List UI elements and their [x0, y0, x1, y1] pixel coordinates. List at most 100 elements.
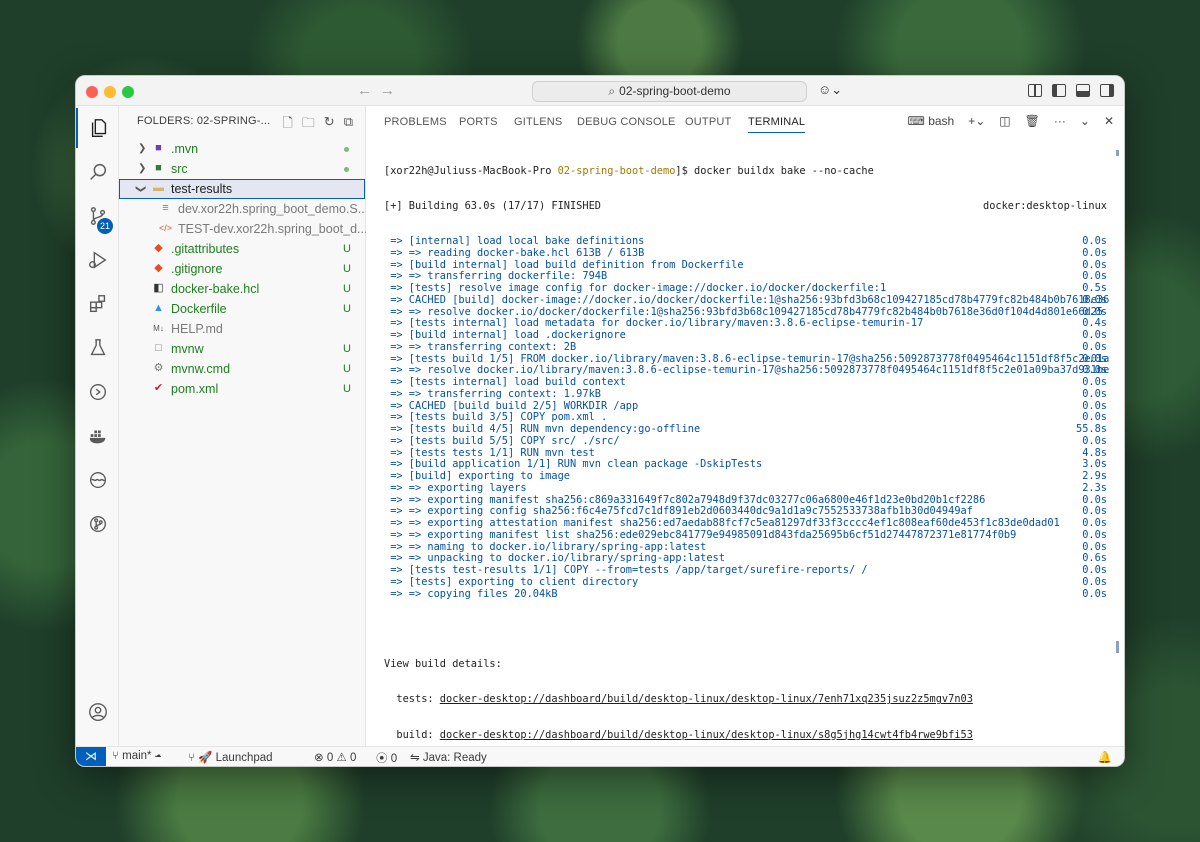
toggle-primary-sidebar-icon[interactable] — [1052, 84, 1066, 97]
search-icon[interactable] — [76, 152, 119, 192]
wave-icon[interactable] — [76, 460, 119, 500]
ports-indicator[interactable]: ⦿ 0 — [376, 750, 397, 766]
tab-terminal[interactable]: TERMINAL — [748, 116, 806, 133]
file-name: Dockerfile — [171, 302, 227, 316]
tree-item-test-results[interactable]: ❯ ▬ test-results — [119, 179, 365, 199]
log-text: => [tests build 3/5] COPY pom.xml . — [384, 411, 608, 424]
trash-icon[interactable]: 🗑 — [1025, 114, 1040, 128]
log-text: => => reading docker-bake.hcl 613B / 613… — [384, 246, 645, 259]
account-icon[interactable] — [76, 692, 119, 732]
tree-item-mvnw-cmd[interactable]: ⚙ mvnw.cmd U — [119, 359, 365, 379]
tab-ports[interactable]: PORTS — [459, 116, 498, 128]
warning-count: 0 — [349, 752, 357, 764]
scrollbar-marker[interactable] — [1116, 150, 1119, 156]
log-text: => => exporting manifest sha256:c869a331… — [384, 493, 986, 506]
log-text: => => exporting config sha256:f6c4e75fcd… — [384, 505, 973, 518]
tab-gitlens[interactable]: GITLENS — [514, 116, 562, 128]
tree-item-file[interactable]: ≡ dev.xor22h.spring_boot_demo.S... — [119, 199, 368, 219]
log-duration: 0.0s — [1082, 564, 1107, 576]
folder-open-icon: ▬ — [153, 182, 164, 194]
tree-item-help[interactable]: M↓ HELP.md — [119, 319, 365, 339]
layout-grid-icon[interactable] — [1028, 84, 1042, 97]
tab-debug-console[interactable]: DEBUG CONSOLE — [577, 116, 676, 128]
toggle-panel-icon[interactable] — [1076, 84, 1090, 97]
minimize-window-button[interactable] — [104, 86, 116, 98]
collapse-all-icon[interactable]: ⧉ — [344, 114, 353, 136]
prompt-host: Juliuss-MacBook-Pro — [433, 164, 552, 177]
command-center-search[interactable]: ⌕ 02-spring-boot-demo — [532, 81, 807, 102]
java-status[interactable]: ⇋ Java: Ready — [410, 750, 487, 764]
bell-icon[interactable]: 🔔 — [1098, 750, 1112, 764]
forward-arrow-icon[interactable]: → — [380, 82, 395, 99]
terminal-output[interactable]: [xor22h@Juliuss-MacBook-Pro 02-spring-bo… — [384, 142, 1109, 766]
tree-item-file[interactable]: </> TEST-dev.xor22h.spring_boot_d... — [119, 219, 367, 239]
new-terminal-icon[interactable]: +⌄ — [968, 114, 985, 128]
explorer-icon[interactable] — [76, 108, 119, 148]
back-arrow-icon[interactable]: ← — [357, 82, 372, 99]
new-folder-icon[interactable]: 🗀 — [302, 114, 315, 136]
build-details-link[interactable]: docker-desktop://dashboard/build/desktop… — [440, 729, 973, 741]
branch-indicator[interactable]: ⑂ main* ☁ — [112, 750, 162, 762]
log-duration: 0.0s — [1082, 246, 1107, 259]
tests-details-link[interactable]: docker-desktop://dashboard/build/desktop… — [440, 693, 973, 705]
terminal-shell-selector[interactable]: ⌨ bash — [908, 114, 955, 128]
log-text: => [internal] load local bake definition… — [384, 235, 645, 247]
title-bar: ← → ⌕ 02-spring-boot-demo ☺⌄ — [76, 76, 1124, 106]
toggle-secondary-sidebar-icon[interactable] — [1100, 84, 1114, 97]
close-window-button[interactable] — [86, 86, 98, 98]
tree-item-mvn[interactable]: ❯ ■ .mvn — [119, 139, 365, 159]
log-duration: 0.0s — [1082, 528, 1107, 541]
tree-item-docker-bake[interactable]: ◧ docker-bake.hcl U — [119, 279, 365, 299]
docker-file-icon: ▲ — [153, 302, 164, 314]
remote-explorer-icon[interactable] — [76, 372, 119, 412]
run-debug-icon[interactable] — [76, 240, 119, 280]
refresh-icon[interactable]: ↻ — [324, 114, 335, 136]
log-text: => [tests tests 1/1] RUN mvn test — [384, 446, 595, 459]
log-duration: 0.0s — [1082, 329, 1107, 341]
log-text: => [build internal] load build definitio… — [384, 258, 744, 271]
remote-indicator-icon[interactable]: ⋊ — [76, 747, 106, 766]
log-text: => => exporting layers — [384, 481, 527, 494]
launchpad-item[interactable]: ⑂ 🚀 Launchpad — [188, 750, 273, 764]
tab-output[interactable]: OUTPUT — [685, 116, 731, 128]
log-text: => => copying files 20.04kB — [384, 587, 558, 600]
log-text: => => transferring context: 2B — [384, 340, 577, 353]
tree-item-dockerfile[interactable]: ▲ Dockerfile U — [119, 299, 365, 319]
tree-item-gitattributes[interactable]: ◆ .gitattributes U — [119, 239, 365, 259]
zoom-window-button[interactable] — [122, 86, 134, 98]
tree-item-gitignore[interactable]: ◆ .gitignore U — [119, 259, 365, 279]
new-file-icon[interactable]: 🗋 — [282, 114, 292, 136]
scrollbar-thumb[interactable] — [1116, 641, 1119, 653]
file-name: src — [171, 162, 188, 176]
file-name: HELP.md — [171, 322, 223, 336]
tab-problems[interactable]: PROBLEMS — [384, 116, 447, 128]
docker-icon[interactable] — [76, 416, 119, 456]
source-control-icon[interactable]: 21 — [76, 196, 119, 236]
copilot-icon[interactable]: ☺⌄ — [818, 82, 842, 98]
log-duration: 0.0s — [1082, 587, 1107, 600]
tree-item-src[interactable]: ❯ ■ src — [119, 159, 365, 179]
problems-indicator[interactable]: ⊗ 0 ⚠ 0 — [314, 750, 356, 764]
split-terminal-icon[interactable]: ◫ — [999, 114, 1010, 128]
shell-label: bash — [928, 114, 955, 128]
more-actions-icon[interactable]: ··· — [1054, 114, 1066, 128]
file-name: test-results — [171, 182, 233, 196]
sync-icon: ☁ — [154, 750, 162, 762]
git-status: U — [343, 283, 351, 295]
git-graph-icon[interactable] — [76, 504, 119, 544]
terminal-command-line: [xor22h@Juliuss-MacBook-Pro 02-spring-bo… — [384, 164, 874, 177]
modified-dot — [344, 167, 349, 172]
chevron-down-icon: ❯ — [135, 184, 147, 194]
tree-item-mvnw[interactable]: □ mvnw U — [119, 339, 365, 359]
chevron-down-icon[interactable]: ⌄ — [1080, 114, 1090, 128]
builder-name: docker:desktop-linux — [983, 199, 1107, 212]
log-duration: 2.3s — [1082, 481, 1107, 494]
log-text: => => transferring context: 1.97kB — [384, 387, 601, 400]
tree-item-pom[interactable]: ✔ pom.xml U — [119, 379, 365, 399]
prompt-user: xor22h — [390, 164, 428, 177]
extensions-icon[interactable] — [76, 284, 119, 324]
close-icon[interactable]: ✕ — [1104, 114, 1114, 128]
testing-icon[interactable] — [76, 328, 119, 368]
details-tests-label: tests: — [384, 693, 440, 706]
